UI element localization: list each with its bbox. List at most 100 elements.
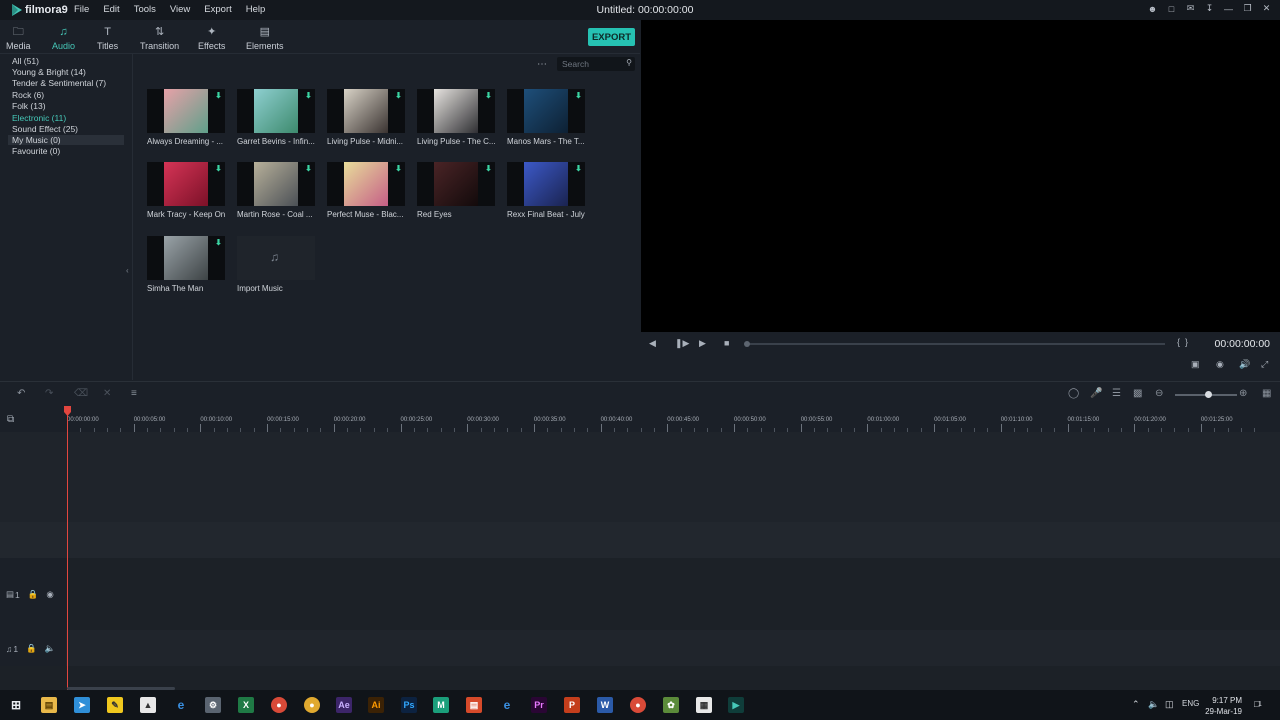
delete-icon[interactable]: ⌫ (74, 388, 88, 399)
lock-icon[interactable]: 🔒 (26, 643, 37, 654)
download-icon[interactable]: ⬇ (484, 91, 493, 100)
music-card[interactable]: ⬇ Martin Rose - Coal ... (237, 162, 315, 220)
redo-icon[interactable]: ↷ (45, 388, 53, 399)
display-settings-icon[interactable]: ▣ (1191, 359, 1200, 370)
music-thumbnail[interactable]: ⬇ (507, 89, 585, 133)
eye-icon[interactable]: ◉ (46, 589, 53, 600)
m-app-icon[interactable]: M (433, 697, 449, 713)
download-icon[interactable]: ⬇ (214, 164, 223, 173)
category-young-bright[interactable]: Young & Bright (14) (12, 67, 86, 77)
timeline-ruler[interactable]: 00:00:00:00 00:00:05:00 00:00:10:00 00:00:1… (0, 406, 1280, 432)
fullscreen-icon[interactable]: ⤢ (1261, 359, 1268, 370)
chrome-icon[interactable]: ● (271, 697, 287, 713)
category-tender-sentimental[interactable]: Tender & Sentimental (7) (12, 78, 106, 88)
cut-icon[interactable]: ✕ (103, 388, 111, 399)
music-card[interactable]: ⬇ Simha The Man (147, 236, 225, 294)
powerpoint-icon[interactable]: P (564, 697, 580, 713)
restore-button[interactable]: ❐ (1242, 3, 1253, 14)
music-thumbnail[interactable]: ⬇ (327, 162, 405, 206)
close-button[interactable]: ✕ (1261, 3, 1272, 14)
preview-progress-track[interactable] (745, 343, 1165, 345)
music-thumbnail[interactable]: ⬇ (147, 162, 225, 206)
add-track-icon[interactable]: ⧉ (7, 414, 14, 425)
after-effects-icon[interactable]: Ae (336, 697, 352, 713)
sticky-notes-icon[interactable]: ✎ (107, 697, 123, 713)
music-thumbnail[interactable]: ⬇ (507, 162, 585, 206)
clock[interactable]: 9:17 PM 29-Mar-19 (1205, 695, 1242, 717)
music-card[interactable]: ⬇ Red Eyes (417, 162, 495, 220)
menu-export[interactable]: Export (202, 3, 233, 16)
download-icon[interactable]: ⬇ (484, 164, 493, 173)
music-thumbnail[interactable]: ⬇ (147, 236, 225, 280)
category-all[interactable]: All (51) (12, 56, 39, 66)
export-button[interactable]: EXPORT (588, 28, 635, 46)
download-icon[interactable]: ⬇ (574, 164, 583, 173)
volume-icon[interactable]: 🔊 (1239, 359, 1250, 370)
adjust-icon[interactable]: ≡ (131, 388, 137, 399)
music-card[interactable]: ⬇ Mark Tracy - Keep On (147, 162, 225, 220)
menu-tools[interactable]: Tools (132, 3, 158, 16)
music-card[interactable]: ⬇ Living Pulse - The C... (417, 89, 496, 147)
frame-back-icon[interactable]: ❚▶ (675, 338, 689, 349)
filmora-taskbar-icon[interactable]: ▶ (728, 697, 744, 713)
app-icon[interactable]: ⚙ (205, 697, 221, 713)
download-icon[interactable]: ⬇ (214, 91, 223, 100)
office-icon[interactable]: ▤ (466, 697, 482, 713)
menu-view[interactable]: View (168, 3, 192, 16)
category-my-music[interactable]: My Music (0) (8, 135, 124, 145)
show-hidden-icons-icon[interactable]: ⌃ (1132, 699, 1140, 710)
mark-in-out-icon[interactable]: { } (1177, 337, 1188, 347)
render-preview-icon[interactable]: ▩ (1133, 388, 1142, 399)
video-track[interactable]: ▤ 1 🔒 ◉ (0, 558, 1280, 630)
search-box[interactable]: ⚲ (557, 57, 635, 71)
music-thumbnail[interactable]: ⬇ (417, 162, 495, 206)
search-input[interactable] (562, 58, 620, 70)
stop-icon[interactable]: ■ (724, 338, 729, 348)
marker-icon[interactable]: ◯ (1068, 388, 1079, 399)
telegram-icon[interactable]: ➤ (74, 697, 90, 713)
tool-icon[interactable]: ✿ (663, 697, 679, 713)
microphone-icon[interactable]: 🎤 (1090, 388, 1102, 399)
category-folk[interactable]: Folk (13) (12, 101, 46, 111)
premiere-icon[interactable]: Pr (531, 697, 547, 713)
music-card[interactable]: ⬇ Rexx Final Beat - July (507, 162, 585, 220)
tab-media[interactable]: 🗀 Media (6, 26, 31, 51)
minimize-button[interactable]: — (1223, 3, 1234, 14)
photos-icon[interactable]: ▲ (140, 697, 156, 713)
tab-transition[interactable]: ⇅ Transition (140, 26, 179, 51)
import-music-thumbnail[interactable]: ♫ (237, 236, 315, 280)
file-explorer-icon[interactable]: ▤ (41, 697, 57, 713)
mail-icon[interactable]: ✉ (1185, 3, 1196, 14)
internet-explorer-icon[interactable]: e (499, 697, 515, 713)
download-icon[interactable]: ⬇ (394, 164, 403, 173)
search-icon[interactable]: ⚲ (626, 58, 632, 67)
category-rock[interactable]: Rock (6) (12, 90, 44, 100)
zoom-out-icon[interactable]: ⊖ (1155, 388, 1163, 399)
download-icon[interactable]: ⬇ (394, 91, 403, 100)
chrome-canary-icon[interactable]: ● (304, 697, 320, 713)
tab-titles[interactable]: T Titles (97, 26, 118, 51)
music-thumbnail[interactable]: ⬇ (327, 89, 405, 133)
zoom-slider-knob[interactable] (1205, 391, 1212, 398)
undo-icon[interactable]: ↶ (17, 388, 25, 399)
excel-icon[interactable]: X (238, 697, 254, 713)
music-card[interactable]: ⬇ Manos Mars - The T... (507, 89, 585, 147)
music-thumbnail[interactable]: ⬇ (237, 89, 315, 133)
save-icon[interactable]: □ (1166, 3, 1177, 14)
skip-back-icon[interactable]: ◀ (649, 338, 656, 349)
music-card[interactable]: ⬇ Garret Bevins - Infin... (237, 89, 315, 147)
music-thumbnail[interactable]: ⬇ (237, 162, 315, 206)
word-icon[interactable]: W (597, 697, 613, 713)
category-favourite[interactable]: Favourite (0) (12, 146, 60, 156)
download-icon[interactable]: ⬇ (574, 91, 583, 100)
chrome-profile-icon[interactable]: ● (630, 697, 646, 713)
music-thumbnail[interactable]: ⬇ (417, 89, 495, 133)
language-indicator[interactable]: ENG (1182, 699, 1199, 708)
tab-effects[interactable]: ✦ Effects (198, 26, 225, 51)
windows-start-icon[interactable]: ⊞ (8, 697, 24, 713)
snapshot-icon[interactable]: ◉ (1216, 359, 1224, 370)
play-icon[interactable]: ▶ (699, 338, 706, 349)
music-card[interactable]: ⬇ Living Pulse - Midni... (327, 89, 405, 147)
category-electronic[interactable]: Electronic (11) (12, 113, 66, 123)
edge-icon[interactable]: e (173, 697, 189, 713)
